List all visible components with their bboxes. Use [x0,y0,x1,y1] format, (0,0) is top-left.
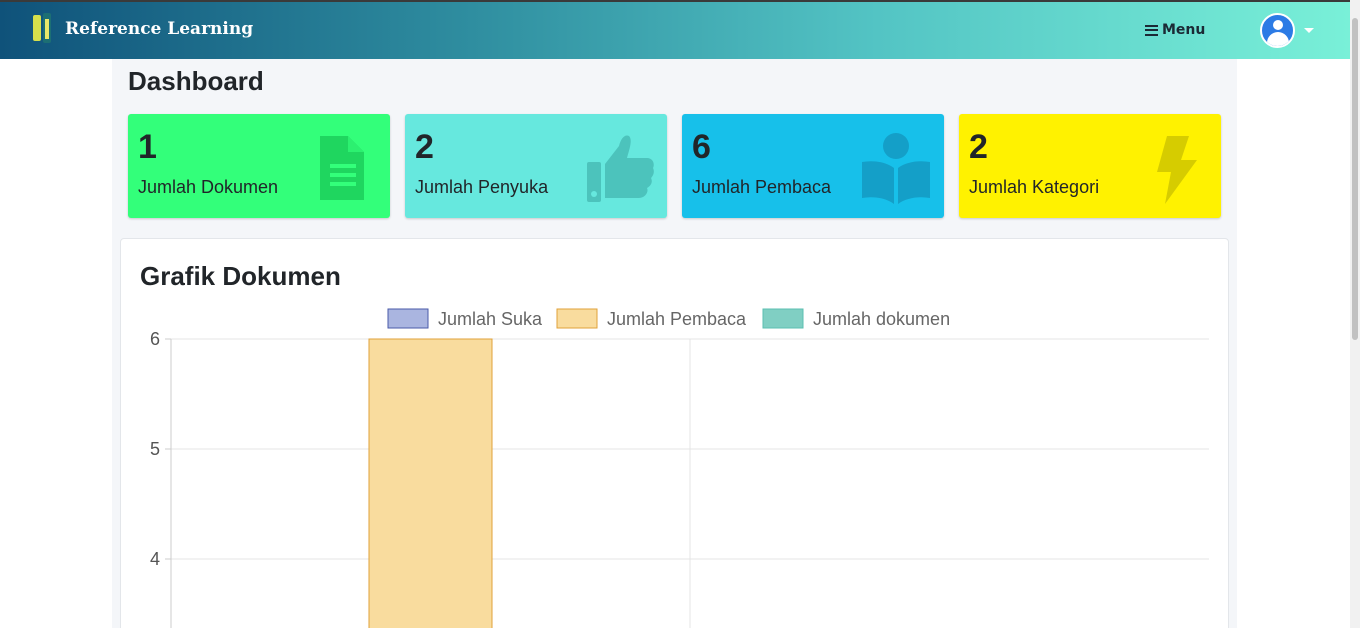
card-label: Jumlah Kategori [969,177,1100,197]
user-avatar-icon [1260,13,1295,48]
card-label: Jumlah Pembaca [692,177,832,197]
brand[interactable]: Reference Learning [30,11,253,47]
card-label: Jumlah Dokumen [138,177,279,197]
logo-icon [30,11,58,47]
bolt-icon [1157,136,1197,204]
card-label: Jumlah Penyuka [415,177,549,197]
document-icon [320,136,364,200]
card-value: 6 [692,128,711,166]
vertical-scrollbar[interactable] [1350,0,1360,628]
user-menu[interactable] [1260,13,1314,48]
thumbs-up-icon [587,135,654,202]
brand-name: Reference Learning [65,19,254,39]
chart-title: Grafik Dokumen [140,261,341,291]
hamburger-icon [1145,24,1158,36]
card-value: 1 [138,128,157,166]
scrollbar-thumb[interactable] [1352,18,1358,340]
caret-down-icon [1304,28,1314,33]
top-navbar: Reference Learning Menu [0,0,1350,59]
card-jumlah-dokumen: 1 Jumlah Dokumen [128,114,390,218]
card-jumlah-penyuka: 2 Jumlah Penyuka [405,114,667,218]
menu-button[interactable]: Menu [1145,22,1205,38]
reader-icon [862,133,930,204]
card-value: 2 [415,128,434,166]
card-jumlah-pembaca: 6 Jumlah Pembaca [682,114,944,218]
chart-card [120,238,1229,628]
card-jumlah-kategori: 2 Jumlah Kategori [959,114,1221,218]
menu-label: Menu [1162,22,1206,38]
page-title: Dashboard [128,66,264,96]
card-value: 2 [969,128,988,166]
